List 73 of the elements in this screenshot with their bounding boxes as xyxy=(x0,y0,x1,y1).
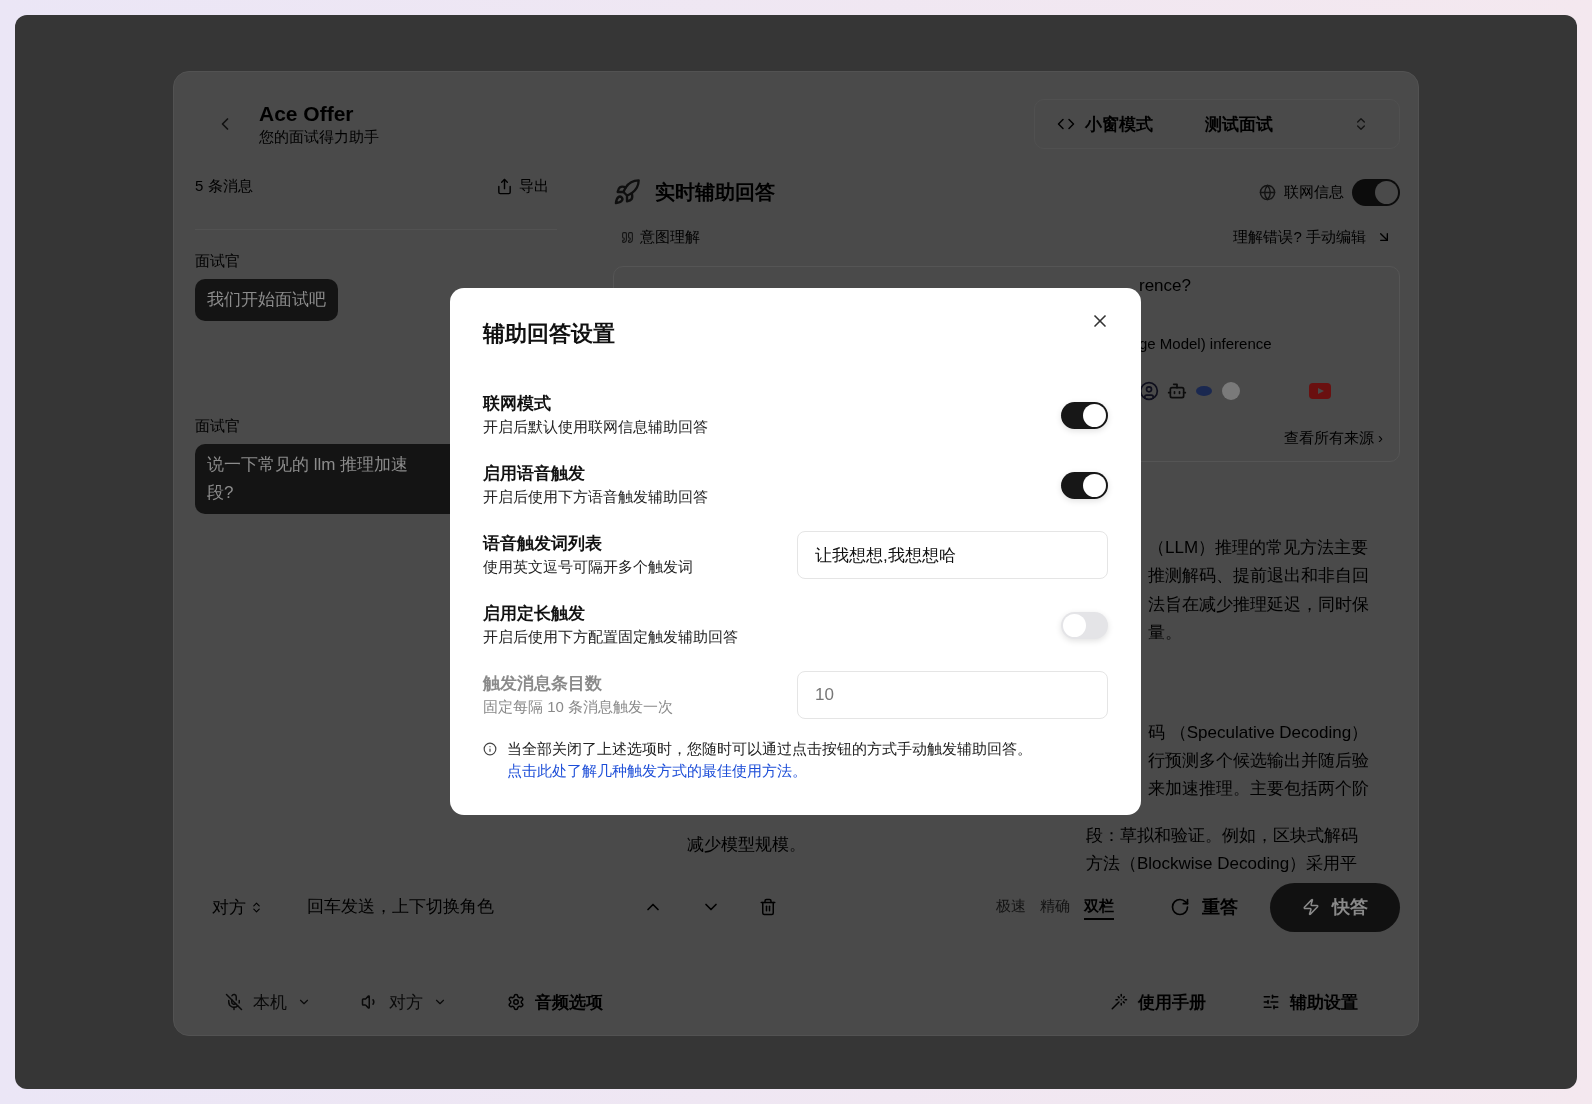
avatar-icon xyxy=(1139,381,1159,401)
setting-label: 启用语音触发 xyxy=(483,463,586,485)
session-name: 测试面试 xyxy=(1205,113,1273,136)
delete-button[interactable] xyxy=(759,898,777,916)
gear-icon xyxy=(507,993,525,1011)
manual-button[interactable]: 使用手册 xyxy=(1110,990,1206,1014)
message-input[interactable]: 回车发送，上下切换角色 xyxy=(305,896,605,918)
assist-settings-button[interactable]: 辅助设置 xyxy=(1262,990,1358,1014)
dialog-title: 辅助回答设置 xyxy=(483,321,615,347)
sliders-icon xyxy=(1262,993,1280,1011)
rocket-icon xyxy=(613,178,641,206)
audio-options-button[interactable]: 音频选项 xyxy=(507,990,603,1014)
setting-label: 启用定长触发 xyxy=(483,603,586,625)
setting-input[interactable]: 让我想想,我想想哈 xyxy=(797,531,1108,579)
answer-text: 减少模型规模。 xyxy=(687,834,806,856)
quote-icon xyxy=(621,230,634,244)
intent-question: rence? xyxy=(1139,275,1192,297)
setting-description: 使用英文逗号可隔开多个触发词 xyxy=(483,557,693,577)
edit-intent-link[interactable]: 理解错误? 手动编辑 xyxy=(1233,227,1392,247)
video-icon xyxy=(1309,383,1331,399)
setting-description: 开启后使用下方配置固定触发辅助回答 xyxy=(483,627,738,647)
intent-label: 意图理解 xyxy=(640,227,700,247)
info-icon xyxy=(483,742,497,756)
answer-text: 推测解码、提前退出和非自回 xyxy=(1148,565,1369,588)
setting-toggle[interactable] xyxy=(1061,471,1108,499)
setting-description: 固定每隔 10 条消息触发一次 xyxy=(483,697,674,717)
trash-icon xyxy=(759,898,777,916)
source-icon xyxy=(1195,385,1213,397)
answer-text: 行预测多个候选输出并随后验 xyxy=(1148,750,1369,773)
setting-description: 开启后使用下方语音触发辅助回答 xyxy=(483,487,708,507)
setting-label: 联网模式 xyxy=(483,393,552,415)
setting-toggle[interactable] xyxy=(1061,401,1108,429)
robot-icon xyxy=(1167,381,1187,401)
mic-off-icon xyxy=(225,993,243,1011)
web-info-toggle[interactable] xyxy=(1352,178,1400,206)
answer-text: 来加速推理。主要包括两个阶 xyxy=(1148,778,1369,801)
speaker-label: 面试官 xyxy=(195,417,240,436)
answer-text: 码 （Speculative Decoding） xyxy=(1148,721,1369,744)
message-count: 5 条消息 xyxy=(195,177,253,196)
speaker-label: 面试官 xyxy=(195,252,240,271)
answer-text: 段：草拟和验证。例如，区块式解码 xyxy=(1086,824,1358,847)
help-note: 当全部关闭了上述选项时，您随时可以通过点击按钮的方式手动触发辅助回答。 点击此处了解几种触发方式的最佳使用方法。 xyxy=(507,739,1033,781)
help-link[interactable]: 点击此处了解几种触发方式的最佳使用方法。 xyxy=(507,762,807,779)
setting-toggle[interactable] xyxy=(1061,611,1108,639)
session-select[interactable]: 测试面试 xyxy=(1175,100,1399,148)
select-arrows-icon xyxy=(250,900,263,914)
app-title: Ace Offer xyxy=(259,101,355,127)
message-line: 我们开始面试吧 xyxy=(207,289,326,311)
all-sources-link[interactable]: 查看所有来源 › xyxy=(1283,429,1383,448)
web-info-label: 联网信息 xyxy=(1284,182,1344,202)
setting-description: 开启后默认使用联网信息辅助回答 xyxy=(483,417,708,437)
app-subtitle: 您的面试得力助手 xyxy=(259,127,379,147)
message-line: 说一下常见的 llm 推理加速 xyxy=(207,454,409,476)
role-select[interactable]: 对方 xyxy=(212,895,263,919)
export-button[interactable]: 导出 xyxy=(496,177,549,196)
quick-answer-button[interactable]: 快答 xyxy=(1270,882,1400,932)
answer-text: （LLM）推理的常见方法主要 xyxy=(1148,537,1369,559)
message-line: 段? xyxy=(207,482,234,504)
pane-title: 实时辅助回答 xyxy=(655,179,775,205)
mini-mode-button[interactable]: 小窗模式 xyxy=(1035,100,1175,148)
setting-label: 语音触发词列表 xyxy=(483,533,603,555)
refresh-icon xyxy=(1170,897,1190,917)
lightning-icon xyxy=(1302,898,1320,916)
share-icon xyxy=(496,178,513,195)
remote-audio-button[interactable]: 对方 xyxy=(361,990,447,1014)
mode-tab[interactable]: 双栏 xyxy=(1084,894,1114,920)
wand-icon xyxy=(1110,993,1128,1011)
setting-label: 触发消息条目数 xyxy=(483,673,603,695)
answer-text: 方法（Blockwise Decoding）采用平 xyxy=(1086,853,1358,876)
local-audio-button[interactable]: 本机 xyxy=(225,990,311,1014)
answer-text: 量。 xyxy=(1148,622,1182,645)
retry-button[interactable]: 重答 xyxy=(1170,895,1238,919)
answer-text: 法旨在减少推理延迟，同时保 xyxy=(1148,593,1369,616)
